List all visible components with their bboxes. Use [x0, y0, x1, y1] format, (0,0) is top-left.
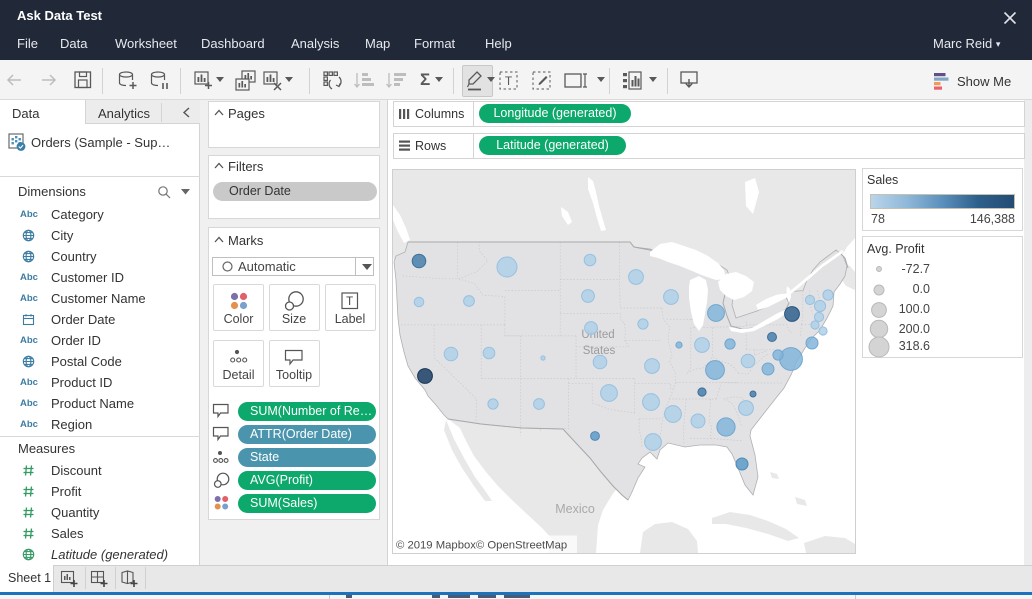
svg-text:T: T: [505, 74, 513, 88]
svg-text:Mexico: Mexico: [555, 502, 595, 516]
svg-text:© 2019 Mapbox© OpenStreetMap: © 2019 Mapbox© OpenStreetMap: [396, 540, 567, 552]
svg-text:T: T: [346, 296, 353, 308]
